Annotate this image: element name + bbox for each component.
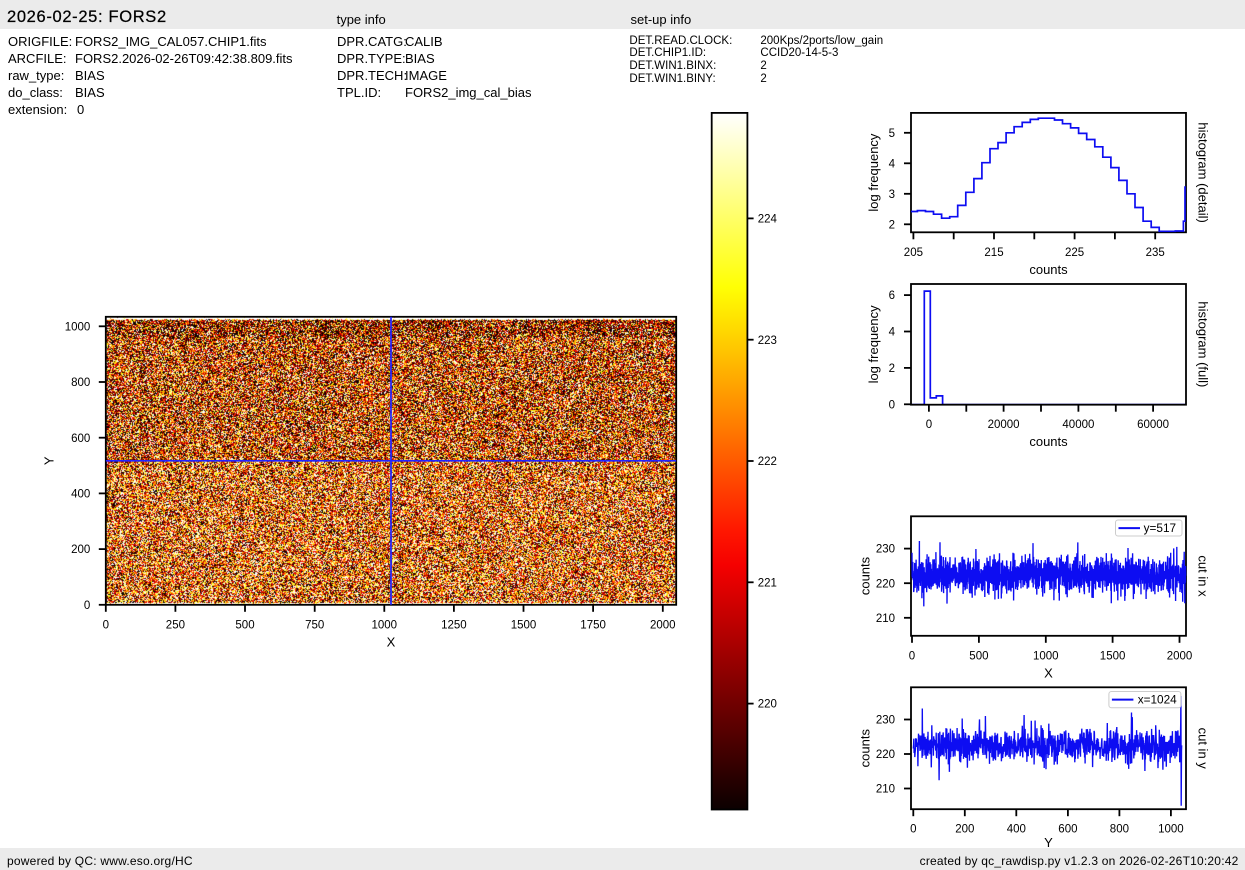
- svg-text:230: 230: [876, 544, 895, 556]
- svg-text:205: 205: [904, 247, 923, 259]
- svg-text:0: 0: [910, 824, 916, 836]
- svg-text:2: 2: [889, 219, 895, 231]
- svg-text:1000: 1000: [65, 321, 91, 333]
- svg-text:800: 800: [1110, 824, 1129, 836]
- svg-text:250: 250: [166, 619, 185, 631]
- svg-text:20000: 20000: [988, 419, 1020, 431]
- svg-text:cut in y: cut in y: [1196, 728, 1211, 770]
- svg-text:2000: 2000: [650, 619, 676, 631]
- svg-text:800: 800: [71, 377, 90, 389]
- svg-text:Y: Y: [1044, 835, 1053, 850]
- svg-text:0: 0: [909, 650, 915, 662]
- svg-text:log frequency: log frequency: [866, 305, 881, 384]
- svg-text:histogram (full): histogram (full): [1196, 301, 1211, 387]
- svg-text:1500: 1500: [1100, 650, 1126, 662]
- svg-text:215: 215: [984, 247, 1003, 259]
- svg-text:222: 222: [758, 456, 777, 468]
- svg-text:1250: 1250: [441, 619, 467, 631]
- svg-text:225: 225: [1065, 247, 1084, 259]
- svg-text:log frequency: log frequency: [866, 133, 881, 212]
- svg-text:500: 500: [969, 650, 988, 662]
- svg-text:1750: 1750: [580, 619, 606, 631]
- svg-text:1000: 1000: [1033, 650, 1059, 662]
- svg-text:235: 235: [1146, 247, 1165, 259]
- svg-text:6: 6: [889, 290, 895, 302]
- svg-text:210: 210: [876, 784, 895, 796]
- svg-text:2000: 2000: [1167, 650, 1193, 662]
- svg-text:1000: 1000: [372, 619, 398, 631]
- svg-text:cut in x: cut in x: [1196, 555, 1211, 597]
- svg-text:counts: counts: [858, 556, 873, 595]
- svg-text:221: 221: [758, 577, 777, 589]
- svg-text:40000: 40000: [1062, 419, 1094, 431]
- svg-text:750: 750: [305, 619, 324, 631]
- svg-text:210: 210: [876, 613, 895, 625]
- svg-text:600: 600: [1058, 824, 1077, 836]
- svg-text:2: 2: [889, 363, 895, 375]
- svg-text:Y: Y: [42, 456, 57, 465]
- svg-text:223: 223: [758, 335, 777, 347]
- svg-text:4: 4: [889, 158, 896, 170]
- svg-text:1000: 1000: [1158, 824, 1184, 836]
- svg-text:400: 400: [1007, 824, 1026, 836]
- svg-text:3: 3: [889, 189, 895, 201]
- svg-text:220: 220: [758, 699, 777, 711]
- svg-text:X: X: [1044, 665, 1053, 680]
- svg-text:600: 600: [71, 433, 90, 445]
- svg-text:224: 224: [758, 214, 778, 226]
- svg-text:counts: counts: [1029, 262, 1068, 277]
- svg-text:400: 400: [71, 489, 90, 501]
- svg-text:220: 220: [876, 749, 895, 761]
- svg-text:counts: counts: [858, 729, 873, 768]
- svg-text:y=517: y=517: [1144, 521, 1176, 535]
- svg-text:4: 4: [889, 327, 896, 339]
- svg-text:230: 230: [876, 715, 895, 727]
- svg-text:0: 0: [103, 619, 109, 631]
- svg-text:counts: counts: [1029, 434, 1068, 449]
- svg-text:200: 200: [955, 824, 974, 836]
- svg-text:220: 220: [876, 578, 895, 590]
- svg-text:0: 0: [926, 419, 932, 431]
- svg-text:x=1024: x=1024: [1138, 693, 1177, 707]
- svg-text:5: 5: [889, 128, 895, 140]
- svg-text:500: 500: [235, 619, 254, 631]
- svg-text:60000: 60000: [1137, 419, 1169, 431]
- svg-text:0: 0: [84, 600, 90, 612]
- svg-text:1500: 1500: [511, 619, 537, 631]
- svg-text:200: 200: [71, 544, 90, 556]
- svg-text:X: X: [387, 634, 396, 649]
- svg-text:histogram (detail): histogram (detail): [1196, 122, 1211, 222]
- svg-text:0: 0: [889, 399, 895, 411]
